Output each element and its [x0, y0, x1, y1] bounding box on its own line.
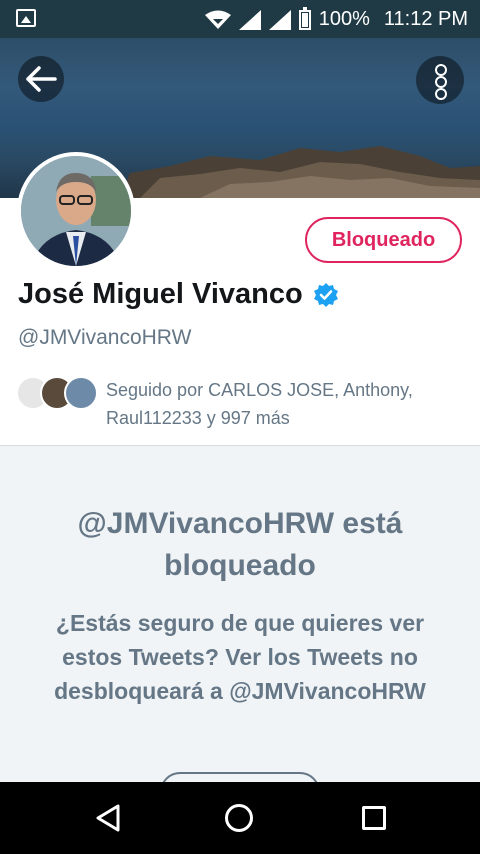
profile-handle: @JMVivancoHRW: [18, 326, 192, 349]
signal-icon: [238, 9, 261, 30]
back-button[interactable]: [18, 56, 64, 102]
followed-by-text[interactable]: Seguido por CARLOS JOSE, Anthony, Raul11…: [106, 376, 466, 432]
profile-avatar[interactable]: [17, 152, 135, 270]
profile-name: José Miguel Vivanco: [18, 278, 303, 310]
clock: 11:12 PM: [383, 8, 468, 30]
avatar-photo: [21, 156, 131, 266]
blocked-button[interactable]: Bloqueado: [305, 217, 462, 263]
signal-icon-2: [268, 9, 291, 30]
wifi-icon: [204, 10, 231, 29]
arrow-left-icon: [26, 66, 57, 92]
verified-badge-icon: [313, 282, 338, 307]
nav-home-icon[interactable]: [225, 804, 253, 832]
profile-name-row: José Miguel Vivanco: [18, 278, 339, 311]
followers-avatars[interactable]: [16, 376, 98, 410]
battery-icon: [298, 6, 311, 30]
more-dot-icon: [435, 88, 447, 100]
nav-back-icon[interactable]: [94, 803, 122, 833]
gallery-notification-icon: [16, 9, 36, 27]
more-dot-icon: [435, 76, 447, 88]
more-dot-icon: [435, 64, 447, 76]
blocked-message: ¿Estás seguro de que quieres ver estos T…: [54, 610, 426, 704]
battery-percentage: 100%: [318, 8, 370, 30]
follower-avatar: [64, 376, 98, 410]
nav-recents-icon[interactable]: [362, 806, 386, 830]
status-bar: 100% 11:12 PM: [0, 0, 480, 38]
blocked-title: @JMVivancoHRW está bloqueado: [77, 507, 403, 582]
status-icons: 100% 11:12 PM: [204, 6, 468, 31]
more-options-button[interactable]: [416, 56, 464, 104]
